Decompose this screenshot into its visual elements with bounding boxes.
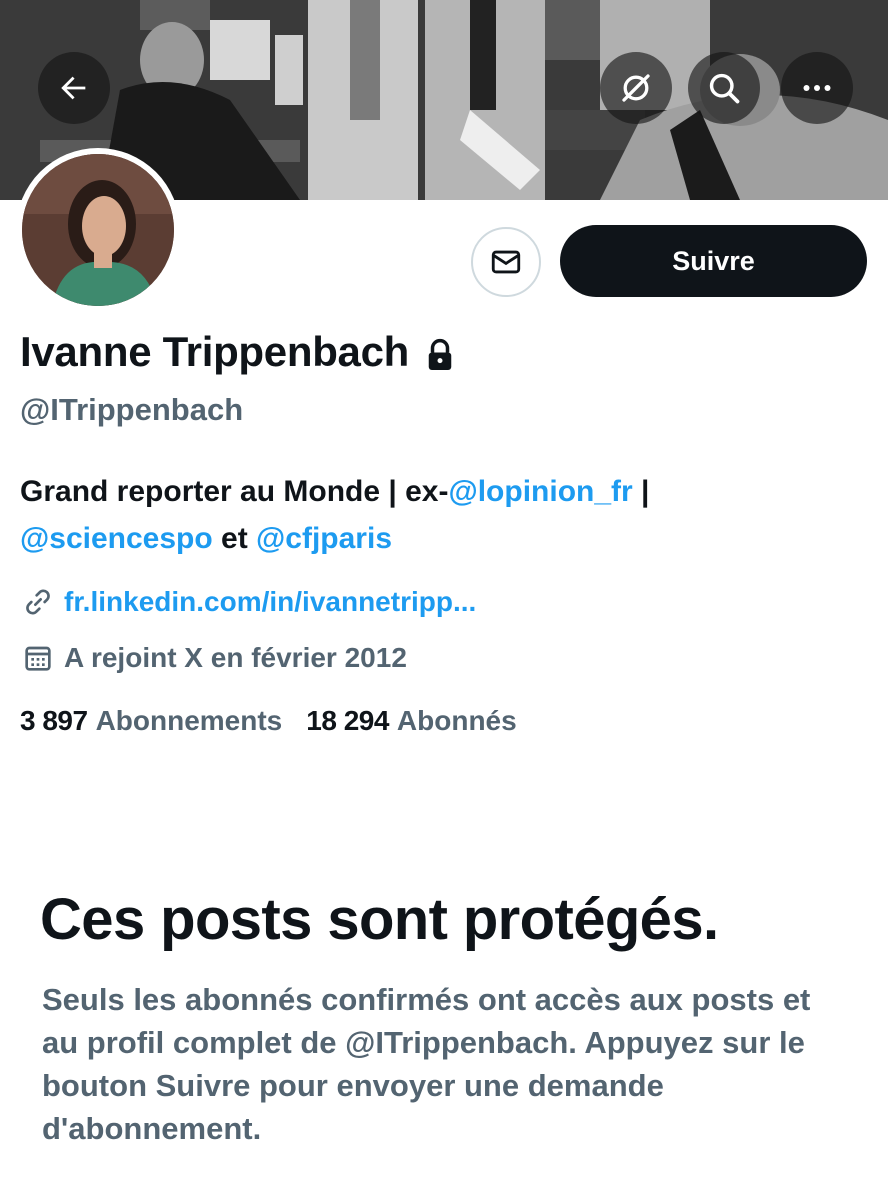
avatar-frame[interactable] [16, 148, 180, 312]
mention-sciencespo[interactable]: @sciencespo [20, 522, 213, 555]
followers-count: 18 294 [306, 705, 389, 736]
search-button[interactable] [688, 52, 760, 124]
following-stat[interactable]: 3 897 Abonnements [20, 705, 282, 737]
following-count: 3 897 [20, 705, 88, 736]
search-icon [709, 73, 740, 104]
more-horizontal-icon [803, 85, 831, 91]
eye-slash-icon [622, 74, 650, 102]
bio-text: et [212, 522, 257, 555]
profile-bio: Grand reporter au Monde | ex-@lopinion_f… [20, 468, 870, 562]
mention-lopinion[interactable]: @lopinion_fr [448, 475, 632, 508]
profile-handle: @ITrippenbach [20, 392, 244, 427]
website-link[interactable]: fr.linkedin.com/in/ivannetripp... [64, 586, 476, 618]
display-name: Ivanne Trippenbach [20, 328, 410, 375]
protected-title: Ces posts sont protégés. [40, 887, 719, 952]
followers-label: Abonnés [396, 705, 517, 736]
name-row: Ivanne Trippenbach [20, 328, 455, 376]
profile-website: fr.linkedin.com/in/ivannetripp... [20, 584, 476, 620]
avatar[interactable] [22, 154, 174, 306]
link-icon [20, 584, 56, 620]
avatar-photo [22, 154, 174, 306]
mention-cfjparis[interactable]: @cfjparis [256, 522, 392, 555]
followers-stat[interactable]: 18 294 Abonnés [306, 705, 516, 737]
join-date-text: A rejoint X en février 2012 [64, 642, 407, 673]
calendar-icon [20, 640, 56, 676]
mail-icon [491, 250, 521, 274]
following-label: Abonnements [95, 705, 283, 736]
message-button[interactable] [471, 227, 541, 297]
follow-stats: 3 897 Abonnements 18 294 Abonnés [20, 705, 517, 737]
bio-text: Grand reporter au Monde | ex- [20, 475, 449, 508]
back-button[interactable] [38, 52, 110, 124]
follow-button[interactable]: Suivre [560, 225, 867, 297]
bio-text: | [632, 475, 650, 508]
profile-join-date: A rejoint X en février 2012 [20, 640, 407, 676]
arrow-left-icon [61, 76, 86, 100]
lock-icon [425, 338, 455, 372]
protected-description: Seuls les abonnés confirmés ont accès au… [42, 982, 811, 1146]
hide-button[interactable] [600, 52, 672, 124]
more-button[interactable] [781, 52, 853, 124]
